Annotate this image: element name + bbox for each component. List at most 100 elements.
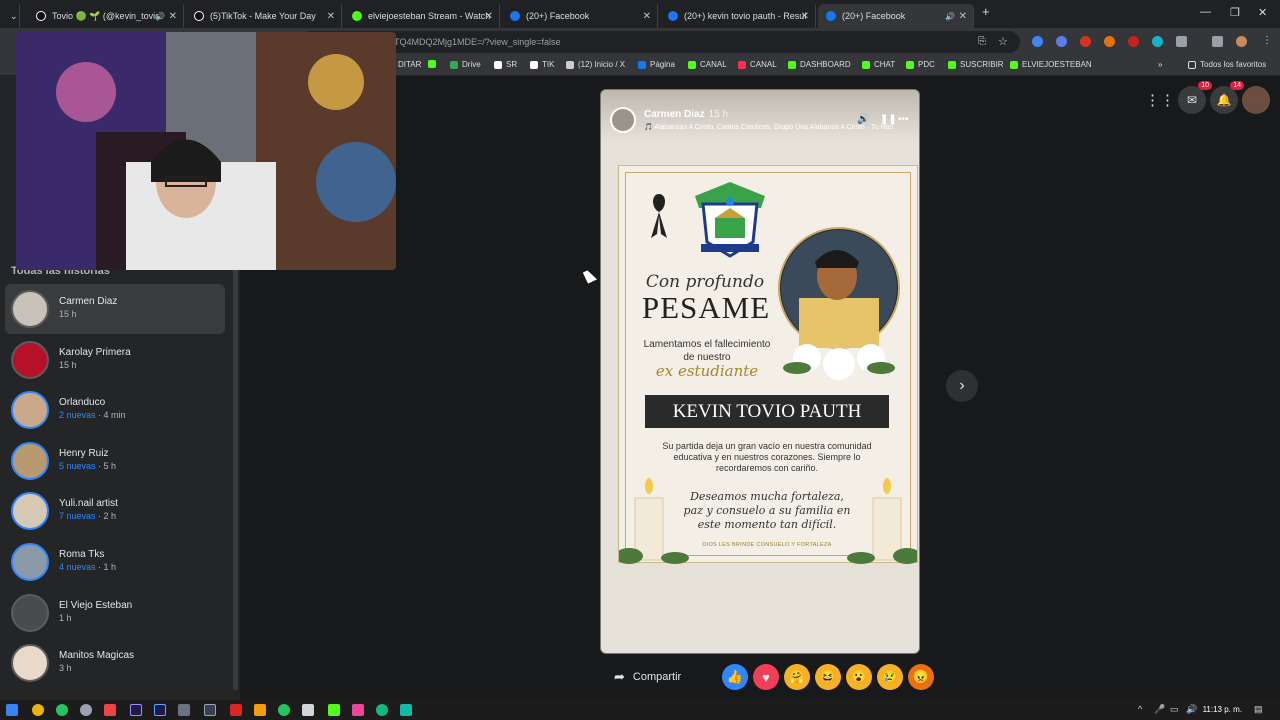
obs-icon[interactable] [80, 704, 92, 716]
bookmarks-overflow-chevron-icon[interactable]: » [1158, 60, 1162, 69]
story-item[interactable]: Manitos Magicas 3 h [5, 638, 225, 688]
tab-0[interactable]: Tovio 🟢 🌱 (@kevin_tovio 🔊 ✕ [28, 4, 184, 28]
extension-icon[interactable] [1056, 36, 1067, 47]
tab-1[interactable]: (5)TikTok - Make Your Day ✕ [186, 4, 342, 28]
story-item[interactable]: Orlanduco 2 nuevas · 4 min [5, 385, 225, 435]
close-icon[interactable]: ✕ [801, 11, 809, 22]
messenger-button[interactable]: ✉ 10 [1178, 81, 1212, 114]
menu-grid-icon[interactable]: ⋮⋮ [1145, 86, 1175, 114]
app-icon[interactable] [376, 704, 388, 716]
sidebar-scrollbar[interactable] [233, 266, 238, 690]
bookmark-star-icon[interactable]: ☆ [998, 35, 1008, 48]
tab-3[interactable]: (20+) Facebook ✕ [502, 4, 658, 28]
bookmark-item[interactable]: ELVIEJOESTEBAN [1010, 60, 1092, 69]
tab-2[interactable]: elviejoesteban Stream - Watch ✕ [344, 4, 500, 28]
story-item[interactable]: Roma Tks 4 nuevas · 1 h [5, 537, 225, 587]
tab-5-active[interactable]: (20+) Facebook 🔊 ✕ [818, 4, 974, 28]
bookmark-item[interactable]: CHAT [862, 60, 895, 69]
close-icon[interactable]: ✕ [485, 11, 493, 22]
spotify-icon[interactable] [278, 704, 290, 716]
wow-reaction-icon[interactable]: 😮 [846, 664, 872, 690]
tab-4[interactable]: (20+) kevin tovio pauth - Resul ✕ [660, 4, 816, 28]
story-item[interactable]: Carmen Diaz 15 h [5, 284, 225, 334]
menu-kebab-icon[interactable]: ⋮ [1262, 35, 1272, 46]
reading-list-icon[interactable] [1212, 36, 1223, 47]
app-icon[interactable] [178, 704, 190, 716]
volume-icon[interactable]: 🔊 [1186, 704, 1197, 715]
care-reaction-icon[interactable]: 🤗 [784, 664, 810, 690]
sad-reaction-icon[interactable]: 😢 [877, 664, 903, 690]
restore-button[interactable]: ❐ [1230, 6, 1240, 19]
whatsapp-icon[interactable] [56, 704, 68, 716]
tiktok-icon[interactable] [352, 704, 364, 716]
close-window-button[interactable]: ✕ [1258, 6, 1267, 19]
story-item[interactable]: El Viejo Esteban 1 h [5, 588, 225, 638]
story-author-name[interactable]: Carmen Diaz [644, 109, 705, 120]
love-reaction-icon[interactable]: ♥ [753, 664, 779, 690]
angry-reaction-icon[interactable]: 😠 [908, 664, 934, 690]
bookmark-item[interactable]: (12) Inicio / X [566, 60, 625, 69]
story-item[interactable]: Yuli.nail artist 7 nuevas · 2 h [5, 486, 225, 536]
app-icon[interactable] [204, 704, 216, 716]
all-bookmarks-button[interactable]: Todos los favoritos [1188, 60, 1266, 69]
tab-search-button[interactable]: ⌄ [2, 4, 20, 28]
speaker-icon[interactable]: 🔊 [155, 12, 165, 21]
address-bar[interactable]: TQ4MDQ2Mjg1MDE=/?view_single=false [300, 31, 1020, 53]
bookmark-item[interactable]: CANAL [688, 60, 727, 69]
more-options-icon[interactable]: ••• [898, 114, 909, 125]
bookmark-item[interactable]: Página [638, 60, 675, 69]
haha-reaction-icon[interactable]: 😆 [815, 664, 841, 690]
premiere-icon[interactable] [130, 704, 142, 716]
profile-avatar[interactable] [1236, 36, 1247, 47]
app-icon[interactable] [400, 704, 412, 716]
kick-icon[interactable] [328, 704, 340, 716]
new-tab-button[interactable]: + [982, 4, 990, 19]
close-icon[interactable]: ✕ [327, 11, 335, 22]
story-author-avatar[interactable] [610, 107, 636, 133]
notifications-center-icon[interactable]: ▤ [1254, 704, 1263, 715]
story-item[interactable]: Henry Ruiz 5 nuevas · 5 h [5, 436, 225, 486]
speaker-icon[interactable]: 🔊 [945, 12, 955, 21]
bookmark-item[interactable]: DITAR [398, 60, 421, 69]
microphone-icon[interactable]: 🎤 [1154, 704, 1165, 715]
extensions-puzzle-icon[interactable] [1176, 36, 1187, 47]
like-reaction-icon[interactable]: 👍 [722, 664, 748, 690]
app-icon[interactable] [230, 704, 242, 716]
clock[interactable]: 11:13 p. m. [1203, 705, 1242, 714]
story-item[interactable]: Karolay Primera 15 h [5, 335, 225, 385]
mute-icon[interactable]: 🔊 [857, 114, 869, 125]
share-button[interactable]: ➦ Compartir [614, 669, 681, 685]
bookmark-item[interactable]: SUSCRIBIR [948, 60, 1004, 69]
next-story-button[interactable]: › [946, 370, 978, 402]
start-menu-icon[interactable] [6, 704, 18, 716]
notion-icon[interactable] [302, 704, 314, 716]
close-icon[interactable]: ✕ [643, 11, 651, 22]
app-icon[interactable] [104, 704, 116, 716]
bookmark-item[interactable]: PDC [906, 60, 935, 69]
network-icon[interactable]: ▭ [1170, 704, 1179, 715]
minimize-button[interactable]: — [1200, 6, 1211, 18]
extension-icon[interactable] [1104, 36, 1115, 47]
bookmark-item[interactable] [428, 60, 440, 68]
close-icon[interactable]: ✕ [959, 11, 967, 22]
bookmark-item[interactable]: SR [494, 60, 517, 69]
bookmark-item[interactable]: CANAL [738, 60, 777, 69]
extension-icon[interactable] [1032, 36, 1043, 47]
bookmark-item[interactable]: TIK [530, 60, 554, 69]
after-effects-icon[interactable] [154, 704, 166, 716]
bookmark-item[interactable]: Drive [450, 60, 481, 69]
pause-icon[interactable]: ❚❚ [880, 114, 897, 125]
notifications-button[interactable]: 🔔 14 [1210, 81, 1244, 114]
extension-icon[interactable] [1152, 36, 1163, 47]
install-app-icon[interactable]: ⎘ [978, 36, 986, 47]
tray-chevron-icon[interactable]: ^ [1138, 704, 1142, 714]
story-song[interactable]: 🎵 Alabanzas A Cristo, Cantos Catolicos, … [644, 123, 919, 131]
chrome-icon[interactable] [32, 704, 44, 716]
file-explorer-icon[interactable] [254, 704, 266, 716]
extension-icon[interactable] [1080, 36, 1091, 47]
extension-icon[interactable] [1128, 36, 1139, 47]
story-viewer[interactable]: Carmen Diaz 15 h 🎵 Alabanzas A Cristo, Ca… [600, 89, 920, 654]
account-avatar[interactable] [1242, 86, 1270, 114]
bookmark-item[interactable]: DASHBOARD [788, 60, 851, 69]
close-icon[interactable]: ✕ [169, 11, 177, 22]
